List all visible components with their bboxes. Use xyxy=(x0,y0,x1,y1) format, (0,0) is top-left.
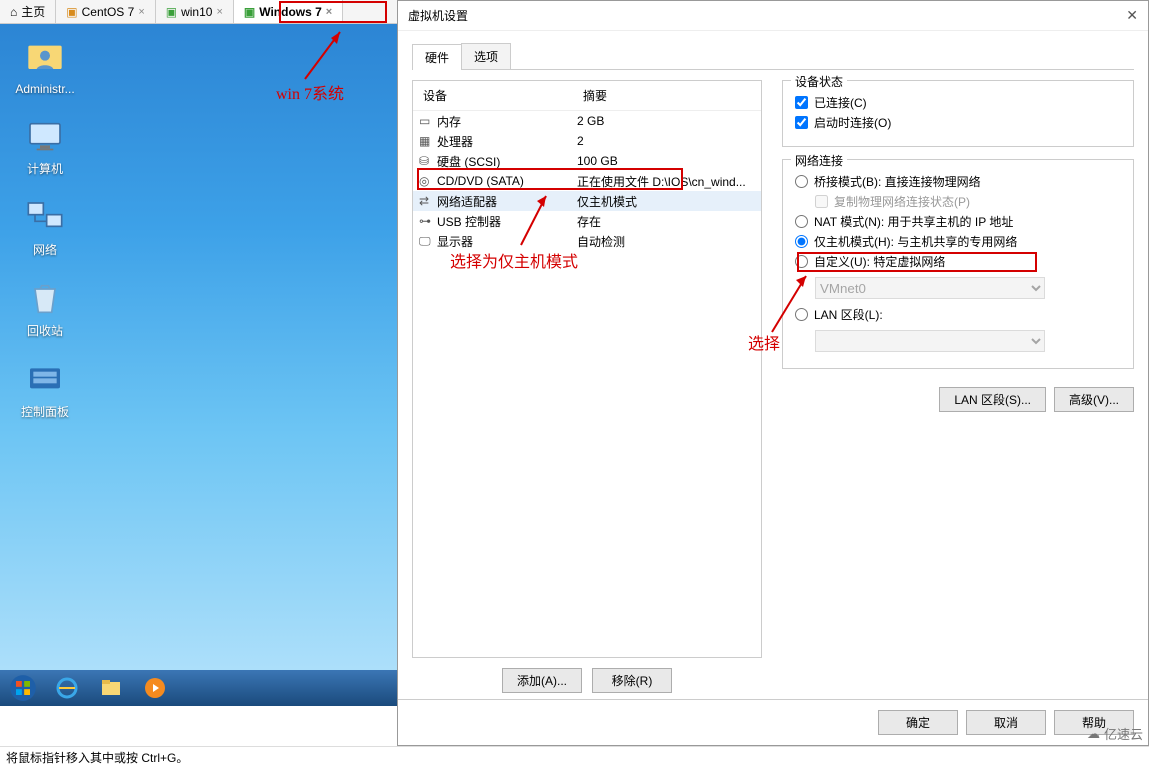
start-button[interactable] xyxy=(4,673,42,703)
desktop-icon-control[interactable]: 控制面板 xyxy=(10,359,80,420)
chk-replicate: 复制物理网络连接状态(P) xyxy=(815,193,1121,210)
cpu-icon: ▦ xyxy=(419,134,433,148)
col-summary: 摘要 xyxy=(573,81,761,110)
memory-icon: ▭ xyxy=(419,114,433,128)
tab-windows7[interactable]: ▣Windows 7× xyxy=(234,0,343,23)
vm-settings-dialog: 虚拟机设置 ✕ 硬件 选项 设备摘要 ▭内存2 GB ▦处理器2 ⛁硬盘 (SC… xyxy=(397,0,1149,746)
ok-button[interactable]: 确定 xyxy=(878,710,958,735)
dialog-title: 虚拟机设置 xyxy=(408,7,468,24)
ie-icon[interactable] xyxy=(48,673,86,703)
watermark: ☁亿速云 xyxy=(1087,724,1143,743)
group-network-connection: 网络连接 桥接模式(B): 直接连接物理网络 复制物理网络连接状态(P) NAT… xyxy=(782,159,1134,369)
hw-disk[interactable]: ⛁硬盘 (SCSI)100 GB xyxy=(413,151,761,171)
hw-cpu[interactable]: ▦处理器2 xyxy=(413,131,761,151)
col-device: 设备 xyxy=(413,81,573,110)
usb-icon: ⊶ xyxy=(419,214,433,228)
disk-icon: ⛁ xyxy=(419,154,433,168)
explorer-icon[interactable] xyxy=(92,673,130,703)
desktop-icon-recycle[interactable]: 回收站 xyxy=(10,278,80,339)
tab-home[interactable]: ⌂主页 xyxy=(0,0,56,23)
desktop-icon-network[interactable]: 网络 xyxy=(10,197,80,258)
cd-icon: ◎ xyxy=(419,174,433,188)
taskbar xyxy=(0,670,397,706)
radio-bridged[interactable]: 桥接模式(B): 直接连接物理网络 xyxy=(795,173,1121,190)
status-bar: 将鼠标指针移入其中或按 Ctrl+G。 xyxy=(0,746,1149,765)
vm-icon: ▣ xyxy=(66,5,77,19)
lan-select[interactable] xyxy=(815,330,1045,352)
chk-connect-at-poweron[interactable]: 启动时连接(O) xyxy=(795,114,1121,131)
group-device-state: 设备状态 已连接(C) 启动时连接(O) xyxy=(782,80,1134,147)
tab-options[interactable]: 选项 xyxy=(461,43,511,69)
radio-nat[interactable]: NAT 模式(N): 用于共享主机的 IP 地址 xyxy=(795,213,1121,230)
home-icon: ⌂ xyxy=(10,5,17,19)
tab-hardware[interactable]: 硬件 xyxy=(412,44,462,70)
vmnet-select[interactable]: VMnet0 xyxy=(815,277,1045,299)
hw-network-adapter[interactable]: ⇄网络适配器仅主机模式 xyxy=(413,191,761,211)
guest-desktop: Administr... 计算机 网络 回收站 控制面板 xyxy=(0,24,397,706)
close-icon[interactable]: × xyxy=(138,6,144,18)
desktop-icon-computer[interactable]: 计算机 xyxy=(10,116,80,177)
chk-connected[interactable]: 已连接(C) xyxy=(795,94,1121,111)
radio-custom[interactable]: 自定义(U): 特定虚拟网络 xyxy=(795,253,1121,270)
desktop-icon-admin[interactable]: Administr... xyxy=(10,38,80,96)
hw-display[interactable]: 🖵显示器自动检测 xyxy=(413,231,761,251)
lan-segments-button[interactable]: LAN 区段(S)... xyxy=(939,387,1046,412)
advanced-button[interactable]: 高级(V)... xyxy=(1054,387,1134,412)
close-icon[interactable]: × xyxy=(326,6,332,18)
remove-button[interactable]: 移除(R) xyxy=(592,668,672,693)
hardware-list: 设备摘要 ▭内存2 GB ▦处理器2 ⛁硬盘 (SCSI)100 GB ◎CD/… xyxy=(412,80,762,658)
hw-cddvd[interactable]: ◎CD/DVD (SATA)正在使用文件 D:\IOS\cn_wind... xyxy=(413,171,761,191)
close-icon[interactable]: ✕ xyxy=(1126,7,1138,24)
network-icon: ⇄ xyxy=(419,194,433,208)
vm-icon: ▣ xyxy=(166,5,177,19)
display-icon: 🖵 xyxy=(419,234,433,248)
cloud-icon: ☁ xyxy=(1087,726,1100,742)
hw-usb[interactable]: ⊶USB 控制器存在 xyxy=(413,211,761,231)
cancel-button[interactable]: 取消 xyxy=(966,710,1046,735)
tab-win10[interactable]: ▣win10× xyxy=(156,0,234,23)
radio-lan-segment[interactable]: LAN 区段(L): xyxy=(795,306,1121,323)
radio-host-only[interactable]: 仅主机模式(H): 与主机共享的专用网络 xyxy=(795,233,1121,250)
hw-memory[interactable]: ▭内存2 GB xyxy=(413,111,761,131)
close-icon[interactable]: × xyxy=(216,6,222,18)
tab-centos7[interactable]: ▣CentOS 7× xyxy=(56,0,155,23)
vm-icon: ▣ xyxy=(244,5,255,19)
media-icon[interactable] xyxy=(136,673,174,703)
add-button[interactable]: 添加(A)... xyxy=(502,668,582,693)
